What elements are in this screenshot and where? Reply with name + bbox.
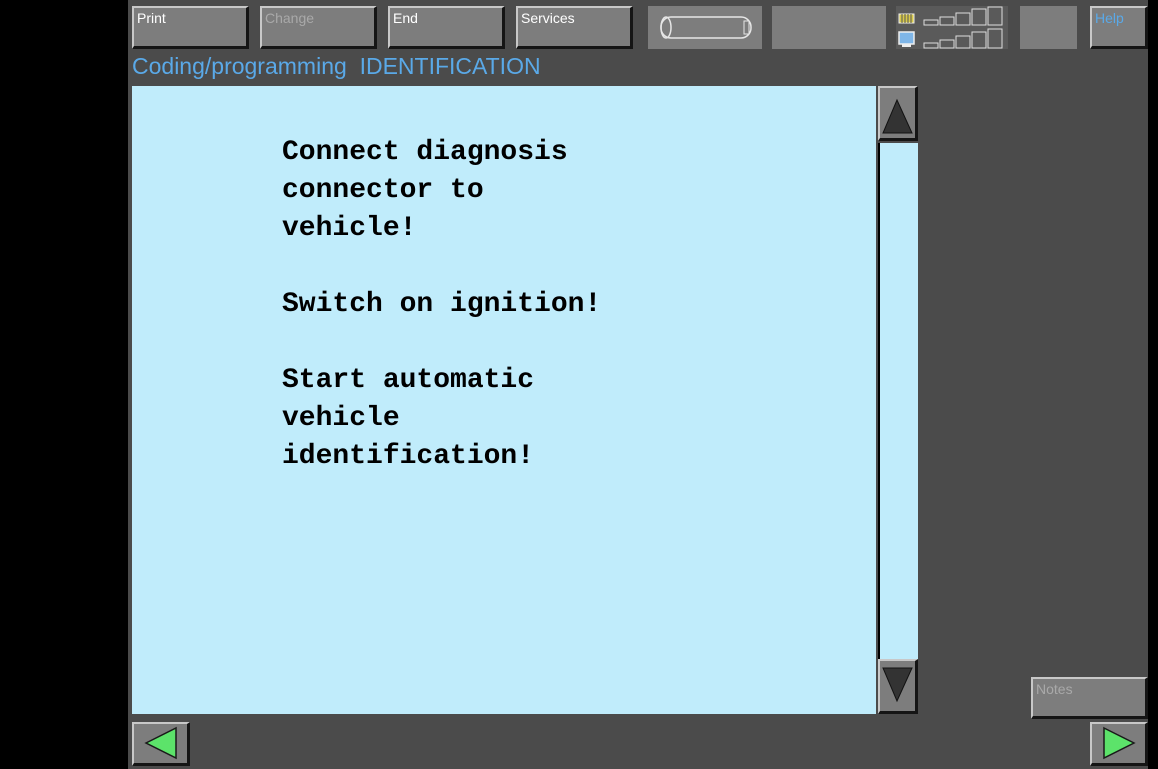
blank-panel-right bbox=[1020, 6, 1077, 49]
services-button[interactable]: Services bbox=[516, 6, 633, 49]
scroll-down-button[interactable] bbox=[878, 659, 918, 714]
message-panel: Connect diagnosis connector to vehicle! … bbox=[132, 86, 876, 714]
cylinder-icon bbox=[660, 16, 752, 39]
blank-status-panel bbox=[772, 6, 886, 49]
app-window: Print Change End Services Help Coding/pr… bbox=[128, 0, 1148, 769]
status-indicator-panel bbox=[648, 6, 762, 49]
end-button[interactable]: End bbox=[388, 6, 505, 49]
help-button[interactable]: Help bbox=[1090, 6, 1148, 49]
scroll-track[interactable] bbox=[878, 143, 918, 659]
page-title: IDENTIFICATION bbox=[359, 53, 541, 79]
arrow-left-icon bbox=[144, 726, 177, 760]
instruction-text: Connect diagnosis connector to vehicle! … bbox=[282, 137, 602, 472]
breadcrumb-section: Coding/programming bbox=[132, 53, 347, 79]
change-button[interactable]: Change bbox=[260, 6, 377, 49]
scroll-up-button[interactable] bbox=[878, 86, 918, 141]
print-button[interactable]: Print bbox=[132, 6, 249, 49]
arrow-right-icon bbox=[1103, 726, 1136, 760]
back-button[interactable] bbox=[132, 722, 190, 766]
scrollbar[interactable] bbox=[876, 86, 919, 714]
signal-panel bbox=[896, 6, 1008, 49]
forward-button[interactable] bbox=[1090, 722, 1148, 766]
notes-button[interactable]: Notes bbox=[1031, 677, 1148, 719]
triangle-up-icon bbox=[882, 98, 913, 134]
chip-signal-icon bbox=[898, 6, 1003, 26]
monitor-signal-icon bbox=[898, 28, 1003, 49]
triangle-down-icon bbox=[882, 667, 913, 703]
breadcrumb: Coding/programming IDENTIFICATION bbox=[132, 53, 541, 80]
